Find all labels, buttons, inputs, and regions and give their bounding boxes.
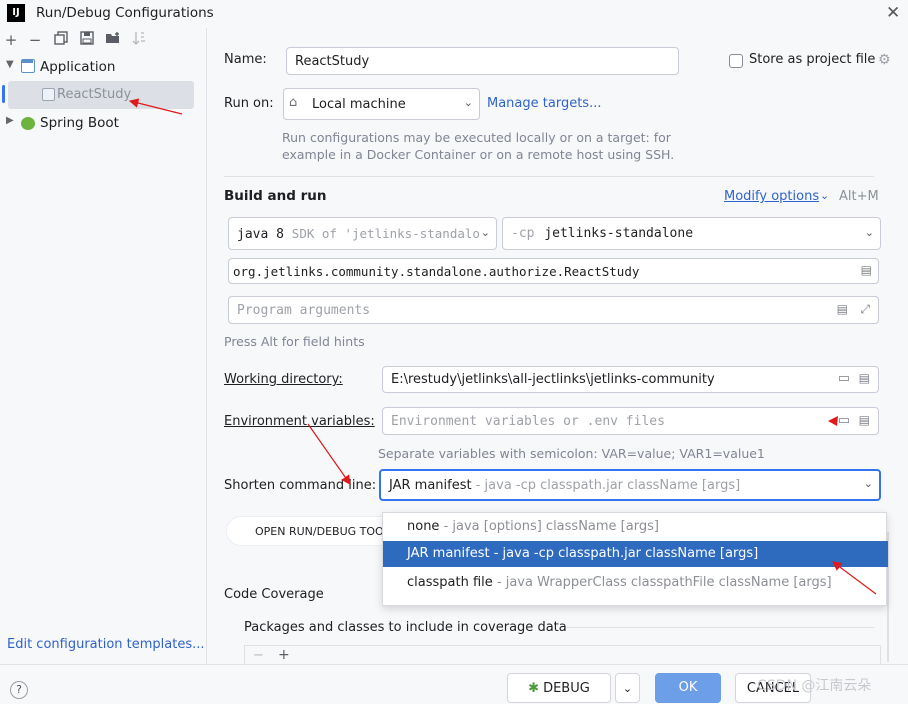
annotation-arrow bbox=[832, 561, 877, 595]
annotation-arrow bbox=[307, 423, 351, 485]
annotation-arrow bbox=[128, 98, 183, 115]
annotation-arrow bbox=[828, 416, 838, 426]
annotation-arrows bbox=[128, 98, 877, 595]
